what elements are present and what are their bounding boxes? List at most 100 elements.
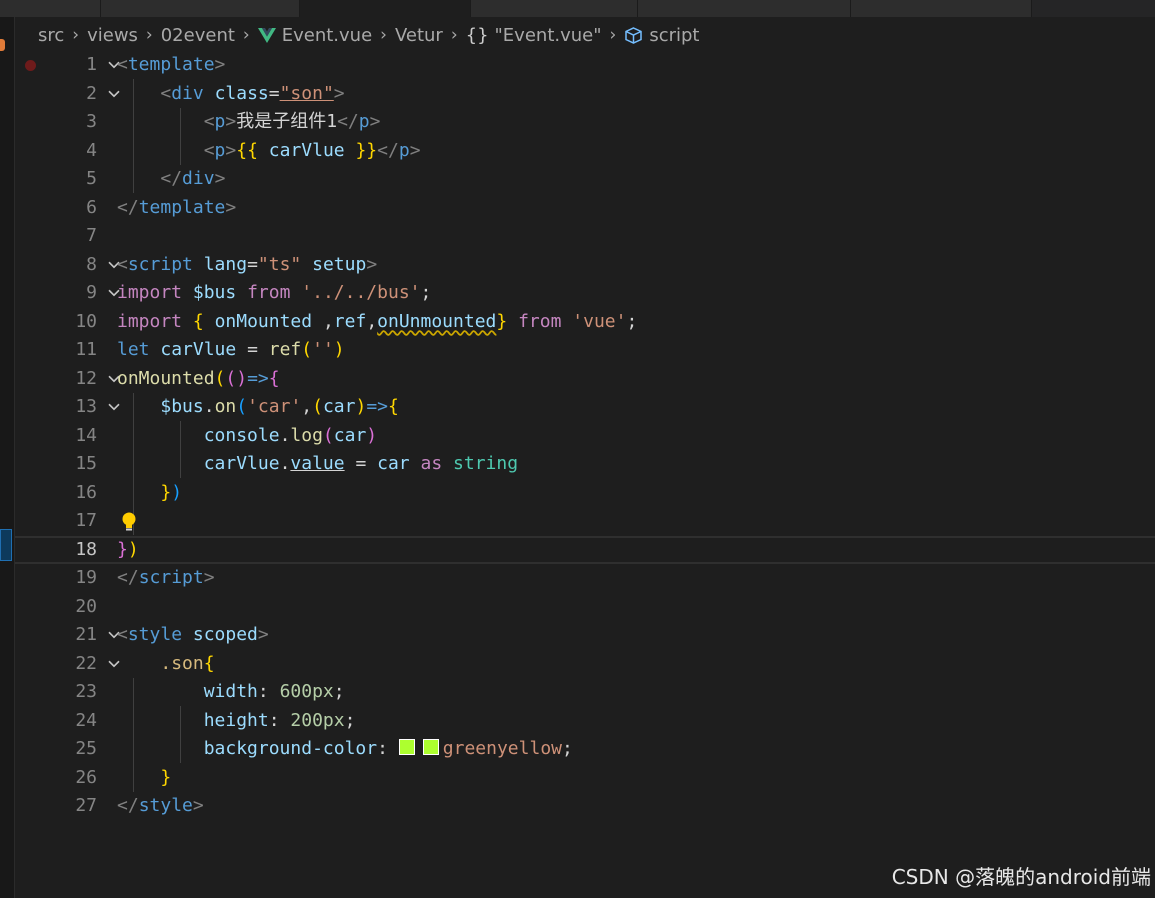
line-number: 25: [75, 738, 97, 759]
code-line[interactable]: 19 </script>: [15, 564, 1155, 593]
cube-icon: [625, 26, 643, 44]
line-number: 24: [75, 709, 97, 731]
line-number: 2: [86, 82, 97, 104]
line-number: 3: [86, 111, 97, 132]
editor-tab[interactable]: [0, 0, 101, 17]
code-line[interactable]: 3 <p>我是子组件1</p>: [15, 108, 1155, 137]
code-line[interactable]: 21 <style scoped>: [15, 621, 1155, 650]
code-line[interactable]: 16 }): [15, 479, 1155, 508]
line-number: 11: [75, 339, 97, 360]
code-text: onMounted(()=>{: [117, 367, 280, 389]
code-line[interactable]: 14 console.log(car): [15, 422, 1155, 451]
code-text: background-color: greenyellow;: [203, 738, 573, 759]
line-number: 14: [75, 424, 97, 446]
code-line[interactable]: 11 let carVlue = ref(''): [15, 336, 1155, 365]
code-line[interactable]: 17: [15, 507, 1155, 536]
code-text: </template>: [117, 196, 237, 218]
code-line[interactable]: 23 width: 600px;: [15, 678, 1155, 707]
code-text: console.log(car): [203, 424, 378, 446]
line-number: 5: [86, 168, 97, 189]
breadcrumb-item-views[interactable]: views: [87, 25, 138, 46]
chevron-right-icon: ›: [242, 25, 250, 45]
watermark: CSDN @落魄的android前端: [891, 865, 1151, 889]
code-text: <template>: [117, 54, 226, 75]
code-text: </style>: [117, 795, 204, 816]
code-line[interactable]: 24 height: 200px;: [15, 707, 1155, 736]
chevron-right-icon: ›: [380, 25, 387, 45]
line-number: 13: [75, 396, 97, 417]
line-number: 15: [75, 453, 97, 474]
code-text: <div class="son">: [160, 82, 345, 104]
line-number: 16: [75, 481, 97, 503]
editor-tab[interactable]: [471, 0, 638, 17]
code-line[interactable]: 7: [15, 222, 1155, 251]
code-line[interactable]: 27 </style>: [15, 792, 1155, 821]
editor-tab-active[interactable]: [300, 0, 471, 17]
code-text: .son{: [160, 652, 215, 674]
breadcrumb-item-src[interactable]: src: [38, 25, 64, 46]
line-number: 10: [75, 310, 97, 332]
code-line[interactable]: 22 .son{: [15, 650, 1155, 679]
active-view-marker[interactable]: [0, 529, 12, 561]
code-line[interactable]: 26 }: [15, 764, 1155, 793]
editor-tab[interactable]: [638, 0, 851, 17]
line-number: 21: [75, 624, 97, 645]
code-line[interactable]: 25 background-color: greenyellow;: [15, 735, 1155, 764]
code-line[interactable]: 1 <template>: [15, 51, 1155, 80]
breadcrumb-script-label: script: [649, 24, 700, 46]
line-number: 26: [75, 766, 97, 788]
line-number: 20: [75, 595, 97, 617]
breadcrumb-item-script[interactable]: script: [624, 24, 700, 46]
breadcrumb: src › views › 02event › Event.vue › Vetu…: [38, 22, 700, 48]
lightbulb-icon[interactable]: [120, 511, 138, 533]
vue-icon: [257, 27, 276, 43]
code-line[interactable]: 9 import $bus from '../../bus';: [15, 279, 1155, 308]
tab-strip: [0, 0, 1155, 17]
line-number: 22: [75, 652, 97, 674]
breadcrumb-item-vetur[interactable]: Vetur: [395, 25, 443, 46]
color-swatch[interactable]: [398, 739, 415, 755]
code-text: <p>{{ carVlue }}</p>: [203, 139, 421, 161]
code-line[interactable]: 10 import { onMounted ,ref,onUnmounted} …: [15, 308, 1155, 337]
code-line[interactable]: 6 </template>: [15, 194, 1155, 223]
code-text: carVlue.value = car as string: [203, 453, 519, 474]
editor-tab[interactable]: [101, 0, 300, 17]
code-line[interactable]: 2 <div class="son">: [15, 80, 1155, 109]
code-line[interactable]: 4 <p>{{ carVlue }}</p>: [15, 137, 1155, 166]
code-text: }: [160, 766, 172, 788]
code-text: let carVlue = ref(''): [117, 339, 345, 360]
line-number: 1: [86, 54, 97, 75]
chevron-right-icon: ›: [450, 25, 458, 45]
breadcrumb-item-folder[interactable]: 02event: [161, 25, 235, 46]
code-text: </script>: [117, 567, 215, 588]
editor-tab[interactable]: [851, 0, 1032, 17]
code-line[interactable]: 15 carVlue.value = car as string: [15, 450, 1155, 479]
braces-icon: {}: [465, 24, 489, 46]
line-number: 12: [75, 367, 97, 389]
code-text: <p>我是子组件1</p>: [203, 111, 381, 132]
line-number: 6: [86, 196, 97, 218]
breadcrumb-item-file[interactable]: Event.vue: [257, 24, 373, 46]
chevron-right-icon: ›: [145, 25, 153, 45]
code-text: <script lang="ts" setup>: [117, 253, 378, 275]
code-text: }): [160, 481, 183, 503]
line-number: 7: [86, 225, 97, 246]
breadcrumb-item-module[interactable]: {} "Event.vue": [466, 25, 602, 46]
code-text: $bus.on('car',(car)=>{: [160, 396, 399, 417]
code-line-current[interactable]: 18 }): [15, 535, 1155, 564]
code-text: }): [117, 538, 139, 560]
line-number: 17: [75, 510, 97, 531]
activity-bar-edge: [0, 17, 15, 898]
color-swatch[interactable]: [422, 739, 439, 755]
line-number: 8: [86, 253, 97, 275]
code-line[interactable]: 8 <script lang="ts" setup>: [15, 251, 1155, 280]
activity-indicator: [0, 39, 5, 51]
line-number: 9: [86, 282, 97, 303]
code-line[interactable]: 5 </div>: [15, 165, 1155, 194]
code-line[interactable]: 13 $bus.on('car',(car)=>{: [15, 393, 1155, 422]
code-line[interactable]: 12 onMounted(()=>{: [15, 365, 1155, 394]
code-line[interactable]: 20: [15, 593, 1155, 622]
line-number: 4: [86, 139, 97, 161]
code-text: height: 200px;: [203, 709, 356, 731]
breadcrumb-file-label: Event.vue: [281, 24, 373, 46]
